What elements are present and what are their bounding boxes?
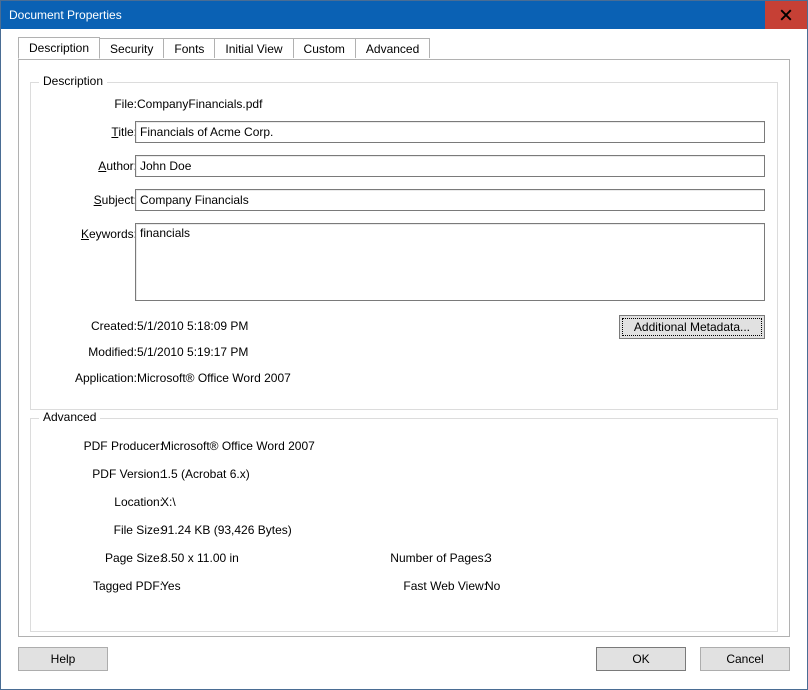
dialog-content: DescriptionSecurityFontsInitial ViewCust… bbox=[1, 29, 807, 689]
tab-advanced[interactable]: Advanced bbox=[355, 38, 430, 58]
value-pdf-producer: Microsoft® Office Word 2007 bbox=[161, 439, 315, 453]
value-pdf-version: 1.5 (Acrobat 6.x) bbox=[161, 467, 250, 481]
title-bar: Document Properties bbox=[1, 1, 807, 29]
value-page-size: 8.50 x 11.00 in bbox=[161, 551, 239, 565]
label-pdf-version: PDF Version: bbox=[92, 467, 163, 481]
label-page-size: Page Size: bbox=[105, 551, 163, 565]
label-fast-web-view: Fast Web View: bbox=[403, 579, 487, 593]
label-modified: Modified: bbox=[88, 345, 137, 359]
value-modified: 5/1/2010 5:19:17 PM bbox=[137, 345, 248, 359]
label-pdf-producer: PDF Producer: bbox=[84, 439, 163, 453]
dialog-footer: Help OK Cancel bbox=[18, 647, 790, 675]
group-advanced-legend: Advanced bbox=[39, 410, 100, 424]
label-author: Author: bbox=[98, 159, 137, 173]
label-application: Application: bbox=[75, 371, 137, 385]
label-file-size: File Size: bbox=[114, 523, 163, 537]
label-subject: Subject: bbox=[94, 193, 137, 207]
tab-description[interactable]: Description bbox=[18, 37, 100, 59]
tab-fonts[interactable]: Fonts bbox=[163, 38, 215, 58]
help-button[interactable]: Help bbox=[18, 647, 108, 671]
tab-strip: DescriptionSecurityFontsInitial ViewCust… bbox=[18, 37, 790, 61]
window-title: Document Properties bbox=[1, 8, 122, 22]
input-title[interactable] bbox=[135, 121, 765, 143]
input-keywords[interactable] bbox=[135, 223, 765, 301]
tab-initial-view[interactable]: Initial View bbox=[214, 38, 293, 58]
value-created: 5/1/2010 5:18:09 PM bbox=[137, 319, 248, 333]
value-tagged-pdf: Yes bbox=[161, 579, 181, 593]
tab-panel-description: Description File: CompanyFinancials.pdf … bbox=[18, 59, 790, 637]
label-tagged-pdf: Tagged PDF: bbox=[93, 579, 163, 593]
close-button[interactable] bbox=[765, 1, 807, 29]
label-created: Created: bbox=[91, 319, 137, 333]
input-subject[interactable] bbox=[135, 189, 765, 211]
input-author[interactable] bbox=[135, 155, 765, 177]
value-file: CompanyFinancials.pdf bbox=[137, 97, 262, 111]
tab-container: DescriptionSecurityFontsInitial ViewCust… bbox=[18, 37, 790, 637]
label-title: Title: bbox=[111, 125, 137, 139]
close-icon bbox=[780, 9, 792, 21]
tab-security[interactable]: Security bbox=[99, 38, 164, 58]
value-application: Microsoft® Office Word 2007 bbox=[137, 371, 291, 385]
group-description: Description File: CompanyFinancials.pdf … bbox=[30, 82, 778, 410]
value-fast-web-view: No bbox=[485, 579, 500, 593]
label-keywords: Keywords: bbox=[81, 227, 137, 241]
label-location: Location: bbox=[114, 495, 163, 509]
additional-metadata-button[interactable]: Additional Metadata... bbox=[619, 315, 765, 339]
value-number-of-pages: 3 bbox=[485, 551, 492, 565]
value-file-size: 91.24 KB (93,426 Bytes) bbox=[161, 523, 292, 537]
ok-button[interactable]: OK bbox=[596, 647, 686, 671]
label-file: File: bbox=[114, 97, 137, 111]
tab-custom[interactable]: Custom bbox=[293, 38, 356, 58]
document-properties-dialog: Document Properties DescriptionSecurityF… bbox=[0, 0, 808, 690]
value-location: X:\ bbox=[161, 495, 176, 509]
group-advanced: Advanced PDF Producer: Microsoft® Office… bbox=[30, 418, 778, 632]
label-number-of-pages: Number of Pages: bbox=[390, 551, 487, 565]
cancel-button[interactable]: Cancel bbox=[700, 647, 790, 671]
group-description-legend: Description bbox=[39, 74, 107, 88]
